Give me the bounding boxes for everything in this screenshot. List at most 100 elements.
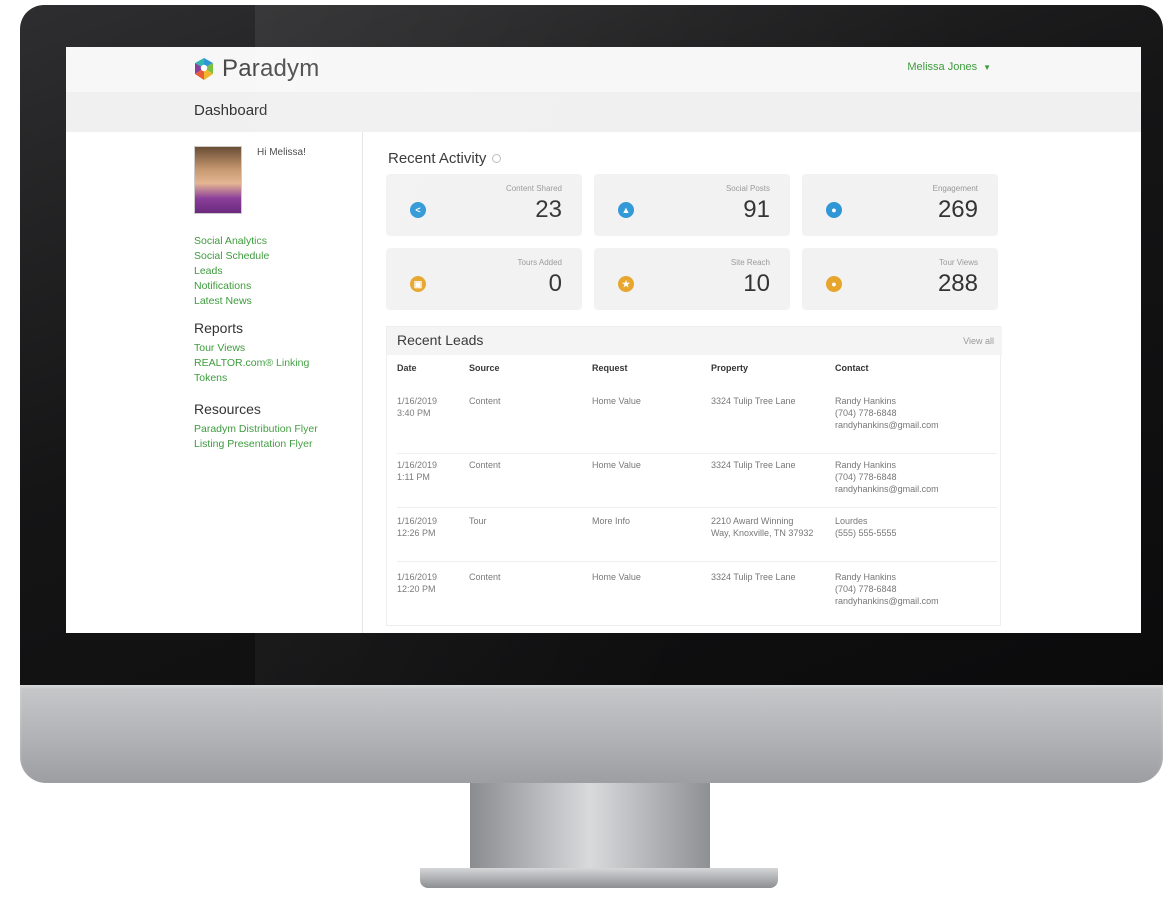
property-line-1: 3324 Tulip Tree Lane: [711, 460, 796, 470]
user-menu[interactable]: Melissa Jones ▼: [907, 61, 991, 73]
cell-request: Home Value: [592, 396, 641, 406]
resource-link-distribution-flyer[interactable]: Paradym Distribution Flyer: [194, 422, 318, 437]
row-divider: [397, 453, 997, 454]
column-header-request[interactable]: Request: [592, 363, 628, 373]
cell-date: 1/16/2019 1:11 PM: [397, 459, 437, 483]
monitor-chin: [20, 685, 1163, 783]
contact-name: Lourdes: [835, 516, 868, 526]
sidebar-item-social-schedule[interactable]: Social Schedule: [194, 249, 269, 264]
row-divider: [397, 561, 997, 562]
stat-card-content-shared[interactable]: < Content Shared 23: [386, 174, 582, 236]
column-header-date[interactable]: Date: [397, 363, 417, 373]
contact-name: Randy Hankins: [835, 572, 897, 582]
monitor-stand-neck: [470, 783, 710, 873]
cell-source: Content: [469, 460, 501, 470]
stat-label: Social Posts: [725, 184, 770, 193]
stat-label: Content Shared: [505, 184, 562, 193]
property-line-1: 2210 Award Winning: [711, 516, 794, 526]
resources-heading: Resources: [194, 401, 261, 417]
lead-time: 1:11 PM: [397, 472, 430, 482]
cell-property: 2210 Award Winning Way, Knoxville, TN 37…: [711, 515, 813, 539]
property-line-1: 3324 Tulip Tree Lane: [711, 396, 796, 406]
cell-request: Home Value: [592, 460, 641, 470]
user-name: Melissa Jones: [907, 61, 978, 73]
cell-source: Content: [469, 572, 501, 582]
cell-date: 1/16/2019 12:26 PM: [397, 515, 437, 539]
info-icon[interactable]: [492, 154, 502, 163]
reports-heading: Reports: [194, 320, 244, 336]
cell-property: 3324 Tulip Tree Lane: [711, 571, 796, 583]
lead-time: 3:40 PM: [397, 408, 431, 418]
stat-value: 288: [937, 270, 978, 297]
sidebar-item-notifications[interactable]: Notifications: [194, 279, 269, 294]
cell-source: Tour: [469, 516, 487, 526]
lead-date: 1/16/2019: [397, 572, 438, 582]
contact-phone: (704) 778-6848: [835, 472, 897, 482]
lead-date: 1/16/2019: [397, 460, 438, 470]
sidebar-item-latest-news[interactable]: Latest News: [194, 294, 269, 309]
sidebar-item-leads[interactable]: Leads: [194, 264, 269, 279]
row-divider: [397, 507, 997, 508]
sidebar: Hi Melissa! Social Analytics Social Sche…: [183, 132, 363, 633]
sidebar-item-social-analytics[interactable]: Social Analytics: [194, 234, 269, 249]
cell-request: Home Value: [592, 572, 641, 582]
cell-property: 3324 Tulip Tree Lane: [711, 395, 796, 407]
table-row[interactable]: 1/16/2019 12:20 PM Content Home Value 33…: [387, 571, 1002, 627]
report-link-tour-views[interactable]: Tour Views: [194, 341, 309, 356]
report-link-realtor-linking[interactable]: REALTOR.com® Linking: [194, 356, 309, 371]
stat-card-tours-added[interactable]: ▣ Tours Added 0: [386, 248, 582, 310]
recent-leads-panel: Recent Leads View all Date Source Reques…: [386, 326, 1002, 627]
star-icon: ★: [618, 276, 634, 292]
brand-name: Paradym: [222, 55, 320, 82]
reports-nav: Tour Views REALTOR.com® Linking Tokens: [194, 341, 309, 386]
table-row[interactable]: 1/16/2019 12:26 PM Tour More Info 2210 A…: [387, 515, 1002, 571]
person-icon: ●: [826, 202, 842, 218]
screen: Paradym Melissa Jones ▼ Dashboard Hi Mel…: [66, 47, 1141, 633]
stat-value: 269: [937, 196, 978, 223]
recent-leads-header: Recent Leads View all: [387, 327, 1002, 355]
recent-leads-title: Recent Leads: [397, 332, 484, 348]
stat-value: 10: [743, 270, 770, 297]
stat-card-social-posts[interactable]: ▲ Social Posts 91: [594, 174, 790, 236]
cell-contact: Randy Hankins (704) 778-6848 randyhankin…: [835, 395, 939, 431]
stat-label: Site Reach: [730, 258, 770, 267]
contact-phone: (704) 778-6848: [835, 408, 897, 418]
contact-name: Randy Hankins: [835, 460, 897, 470]
contact-phone: (555) 555-5555: [835, 528, 897, 538]
chevron-down-icon: ▼: [983, 62, 991, 72]
column-header-property[interactable]: Property: [711, 363, 748, 373]
stat-label: Engagement: [932, 184, 978, 193]
view-all-link[interactable]: View all: [963, 336, 994, 346]
stat-label: Tours Added: [517, 258, 562, 267]
resource-link-presentation-flyer[interactable]: Listing Presentation Flyer: [194, 437, 318, 452]
report-link-tokens[interactable]: Tokens: [194, 371, 309, 386]
stat-label: Tour Views: [939, 258, 978, 267]
main-content: Recent Activity < Content Shared 23 ▲ So…: [384, 132, 1141, 633]
contact-email[interactable]: randyhankins@gmail.com: [835, 595, 939, 607]
greeting: Hi Melissa!: [257, 147, 306, 158]
lead-date: 1/16/2019: [397, 396, 438, 406]
contact-email[interactable]: randyhankins@gmail.com: [835, 483, 939, 495]
property-line-2: Way, Knoxville, TN 37932: [711, 528, 814, 538]
recent-activity-title: Recent Activity: [388, 150, 502, 167]
stat-value: 23: [535, 196, 562, 223]
contact-name: Randy Hankins: [835, 396, 897, 406]
cell-contact: Randy Hankins (704) 778-6848 randyhankin…: [835, 571, 939, 607]
brand-logo[interactable]: Paradym: [192, 55, 319, 83]
cell-request: More Info: [592, 516, 631, 526]
stat-card-tour-views[interactable]: ● Tour Views 288: [802, 248, 998, 310]
lead-time: 12:20 PM: [397, 584, 436, 594]
recent-activity-label: Recent Activity: [388, 150, 487, 167]
cell-property: 3324 Tulip Tree Lane: [711, 459, 796, 471]
table-row[interactable]: 1/16/2019 3:40 PM Content Home Value 332…: [387, 395, 1002, 451]
stat-card-engagement[interactable]: ● Engagement 269: [802, 174, 998, 236]
sidebar-nav: Social Analytics Social Schedule Leads N…: [194, 234, 269, 309]
share-icon: <: [410, 202, 426, 218]
cell-date: 1/16/2019 12:20 PM: [397, 571, 437, 595]
column-header-source[interactable]: Source: [469, 363, 500, 373]
contact-email[interactable]: randyhankins@gmail.com: [835, 419, 939, 431]
column-header-contact[interactable]: Contact: [835, 363, 869, 373]
property-line-1: 3324 Tulip Tree Lane: [711, 572, 796, 582]
lead-date: 1/16/2019: [397, 516, 438, 526]
stat-card-site-reach[interactable]: ★ Site Reach 10: [594, 248, 790, 310]
